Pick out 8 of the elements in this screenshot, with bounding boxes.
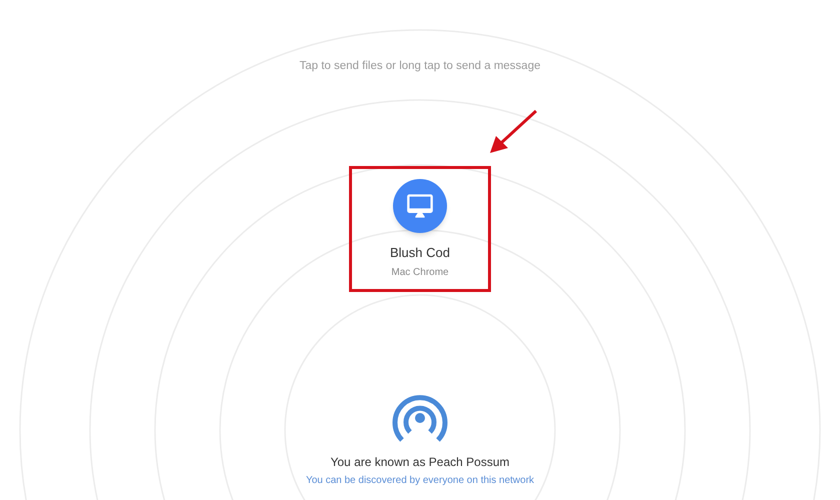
monitor-icon <box>392 179 447 233</box>
hint-text: Tap to send files or long tap to send a message <box>299 59 540 74</box>
device-name-text: You are known as Peach Possum <box>330 454 510 471</box>
peer-name: Blush Cod <box>390 244 450 262</box>
peer-device-type: Mac Chrome <box>391 266 449 280</box>
arrow <box>488 108 540 156</box>
peer-device[interactable]: Blush Cod Mac Chrome <box>382 175 458 284</box>
discovery-text: You can be discovered by everyone on this network <box>306 474 534 488</box>
